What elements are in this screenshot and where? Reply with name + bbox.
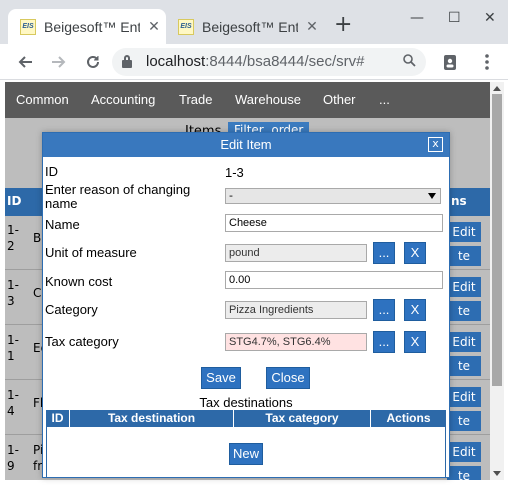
known-cost-input[interactable]: 0.00 xyxy=(225,271,443,289)
column-tax-category: Tax category xyxy=(234,410,371,427)
dialog-close-icon[interactable]: x xyxy=(428,137,443,152)
edit-button: Edit xyxy=(447,387,481,407)
category-label: Category xyxy=(45,302,98,317)
scroll-down-arrow-icon[interactable] xyxy=(493,471,501,476)
menu-warehouse[interactable]: Warehouse xyxy=(235,92,301,107)
minimize-icon[interactable]: — xyxy=(410,10,424,26)
column-id: ID xyxy=(46,410,70,427)
uom-label: Unit of measure xyxy=(45,245,137,260)
back-arrow-icon[interactable] xyxy=(12,49,38,75)
window-close-icon[interactable]: ✕ xyxy=(484,10,496,26)
maximize-icon[interactable]: ☐ xyxy=(448,10,461,26)
reason-label: Enter reason of changing name xyxy=(45,182,191,211)
scroll-thumb[interactable] xyxy=(492,94,502,386)
category-clear-button[interactable]: X xyxy=(404,299,426,321)
menu-accounting[interactable]: Accounting xyxy=(91,92,155,107)
uom-field: pound xyxy=(225,244,367,262)
delete-button: te xyxy=(447,301,481,321)
url-text: localhost:8444/bsa8444/sec/srv# xyxy=(146,53,365,70)
menu-common[interactable]: Common xyxy=(16,92,69,107)
new-button[interactable]: New xyxy=(229,443,263,465)
save-button[interactable]: Save xyxy=(201,367,241,389)
tax-category-clear-button[interactable]: X xyxy=(404,331,426,353)
reload-icon[interactable] xyxy=(80,49,106,75)
delete-button: te xyxy=(447,246,481,266)
zoom-magnifier-icon[interactable] xyxy=(402,53,416,71)
edit-button: Edit xyxy=(447,277,481,297)
eis-favicon-icon: EIS xyxy=(178,18,194,35)
delete-button: te xyxy=(447,356,481,376)
lock-icon xyxy=(122,55,132,68)
uom-picker-button[interactable]: ... xyxy=(373,242,395,264)
app-menu-bar: Common Accounting Trade Warehouse Other … xyxy=(5,82,490,118)
select-arrow-icon xyxy=(428,193,436,199)
tax-destinations-title: Tax destinations xyxy=(199,395,293,410)
name-input[interactable]: Cheese xyxy=(225,214,443,232)
dialog-title: Edit Item xyxy=(43,133,449,157)
edit-button: Edit xyxy=(447,442,481,462)
reason-select[interactable]: - xyxy=(225,188,441,204)
account-badge-icon[interactable] xyxy=(441,53,459,71)
menu-trade[interactable]: Trade xyxy=(179,92,212,107)
forward-arrow-icon[interactable] xyxy=(46,49,72,75)
scroll-up-arrow-icon[interactable] xyxy=(493,86,501,91)
browser-tab-inactive[interactable]: EIS Beigesoft™ Enterprise ✕ xyxy=(166,9,324,44)
tab-title: Beigesoft™ Enterprise xyxy=(44,18,140,35)
column-tax-destination: Tax destination xyxy=(70,410,234,427)
tax-category-picker-button[interactable]: ... xyxy=(373,331,395,353)
tab-title: Beigesoft™ Enterprise xyxy=(202,18,298,35)
name-label: Name xyxy=(45,217,80,232)
menu-other[interactable]: Other xyxy=(323,92,356,107)
column-actions: Actions xyxy=(386,411,431,425)
tax-destinations-header: ID Tax destination Tax category Actions xyxy=(46,410,446,427)
id-label: ID xyxy=(45,164,58,179)
tab-close-icon[interactable]: ✕ xyxy=(304,18,320,35)
new-tab-button[interactable]: + xyxy=(334,14,352,36)
eis-favicon-icon: EIS xyxy=(20,18,36,35)
browser-toolbar: localhost:8444/bsa8444/sec/srv# xyxy=(0,44,508,80)
more-menu-icon[interactable] xyxy=(478,53,496,71)
close-button[interactable]: Close xyxy=(266,367,310,389)
header-id: ID xyxy=(7,194,22,208)
tab-close-icon[interactable]: ✕ xyxy=(146,18,162,35)
uom-clear-button[interactable]: X xyxy=(404,242,426,264)
header-actions: ns xyxy=(451,194,467,208)
delete-button: te xyxy=(447,466,481,480)
page-scrollbar[interactable] xyxy=(490,82,504,480)
known-cost-label: Known cost xyxy=(45,274,113,289)
tax-category-label: Tax category xyxy=(45,334,119,349)
browser-tab-active[interactable]: EIS Beigesoft™ Enterprise ✕ xyxy=(8,9,166,44)
edit-button: Edit xyxy=(447,222,481,242)
category-field: Pizza Ingredients xyxy=(225,301,367,319)
edit-item-dialog: Edit Item x ID 1-3 Enter reason of chang… xyxy=(42,132,450,478)
category-picker-button[interactable]: ... xyxy=(373,299,395,321)
menu-more[interactable]: ... xyxy=(379,92,390,107)
edit-button: Edit xyxy=(447,332,481,352)
id-value: 1-3 xyxy=(225,165,244,180)
delete-button: te xyxy=(447,411,481,431)
browser-tab-strip: EIS Beigesoft™ Enterprise ✕ EIS Beigesof… xyxy=(0,0,508,44)
address-bar[interactable]: localhost:8444/bsa8444/sec/srv# xyxy=(112,48,426,76)
tax-category-field: STG4.7%, STG6.4% xyxy=(225,333,367,351)
